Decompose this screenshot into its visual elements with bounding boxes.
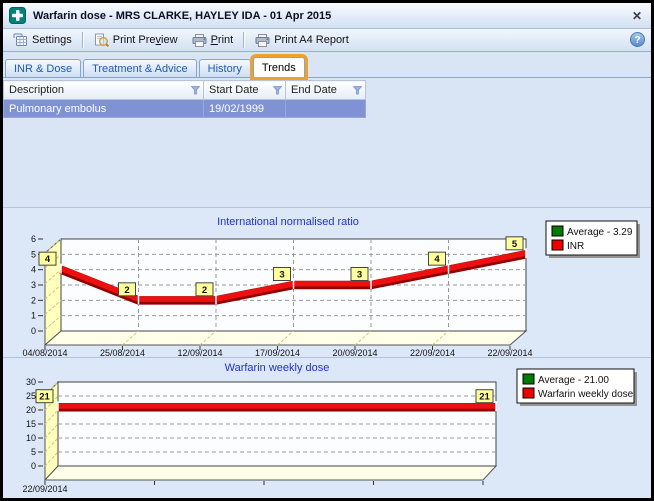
svg-text:15: 15 (26, 419, 36, 429)
toolbar: Settings Print Preview Print (3, 29, 651, 52)
svg-text:25: 25 (26, 391, 36, 401)
window-title: Warfarin dose - MRS CLARKE, HAYLEY IDA -… (33, 10, 331, 22)
svg-text:1: 1 (31, 311, 36, 321)
svg-text:0: 0 (31, 326, 36, 336)
title-bar: Warfarin dose - MRS CLARKE, HAYLEY IDA -… (3, 3, 651, 29)
tab-trends[interactable]: Trends (253, 57, 305, 77)
svg-text:0: 0 (31, 461, 36, 471)
dose-chart-panel: Warfarin weekly dose051015202530212122/0… (3, 357, 651, 498)
svg-text:22/09/2014: 22/09/2014 (22, 484, 67, 494)
svg-text:Average - 3.29: Average - 3.29 (567, 227, 633, 238)
svg-text:5: 5 (31, 447, 36, 457)
svg-text:Warfarin weekly dose: Warfarin weekly dose (538, 389, 634, 400)
svg-text:20/09/2014: 20/09/2014 (332, 348, 377, 357)
svg-text:5: 5 (31, 249, 36, 259)
cell-start-date: 19/02/1999 (204, 100, 286, 118)
column-header-end-date[interactable]: End Date (286, 81, 366, 100)
svg-text:25/08/2014: 25/08/2014 (100, 348, 145, 357)
settings-icon (13, 33, 28, 47)
tab-inr-and-dose[interactable]: INR & Dose (5, 59, 81, 77)
printer-icon (255, 34, 270, 47)
cell-end-date (286, 100, 366, 118)
problems-table: Description Start Date End Date Pulmonar (3, 80, 366, 118)
print-preview-button[interactable]: Print Preview (87, 31, 185, 49)
tab-bar: INR & Dose Treatment & Advice History Tr… (3, 52, 651, 77)
filter-icon[interactable] (191, 86, 200, 95)
svg-text:2: 2 (202, 285, 207, 296)
tab-history[interactable]: History (199, 59, 251, 77)
svg-text:3: 3 (357, 270, 362, 281)
svg-text:4: 4 (31, 265, 36, 275)
tab-label: INR & Dose (14, 63, 72, 75)
svg-text:2: 2 (31, 295, 36, 305)
svg-text:22/09/2014: 22/09/2014 (487, 348, 532, 357)
svg-text:3: 3 (31, 280, 36, 290)
filter-icon[interactable] (273, 86, 282, 95)
svg-text:4: 4 (45, 254, 51, 265)
toolbar-separator (82, 32, 84, 48)
svg-text:12/09/2014: 12/09/2014 (177, 348, 222, 357)
svg-text:3: 3 (279, 270, 284, 281)
svg-text:21: 21 (39, 392, 50, 403)
app-medical-cross-icon (9, 7, 26, 24)
close-button[interactable]: ✕ (632, 9, 642, 23)
inr-chart-panel: International normalised ratio0123456422… (3, 207, 651, 357)
tab-label: History (208, 63, 242, 75)
svg-text:22/09/2014: 22/09/2014 (410, 348, 455, 357)
warfarin-dose-window: Warfarin dose - MRS CLARKE, HAYLEY IDA -… (0, 0, 654, 501)
table-header-row: Description Start Date End Date (4, 81, 366, 100)
settings-button[interactable]: Settings (6, 31, 79, 49)
svg-text:Warfarin weekly dose: Warfarin weekly dose (225, 362, 330, 374)
svg-text:21: 21 (479, 392, 490, 403)
column-label: Description (9, 84, 64, 96)
svg-text:10: 10 (26, 433, 36, 443)
svg-text:2: 2 (124, 285, 129, 296)
column-header-description[interactable]: Description (4, 81, 204, 100)
inr-trend-chart: International normalised ratio0123456422… (3, 208, 651, 357)
svg-text:6: 6 (31, 234, 36, 244)
column-label: End Date (291, 84, 337, 96)
problems-table-panel: Description Start Date End Date Pulmonar (3, 77, 651, 207)
svg-text:30: 30 (26, 377, 36, 387)
table-row-pulmonary-embolus[interactable]: Pulmonary embolus 19/02/1999 (4, 100, 366, 118)
svg-text:17/09/2014: 17/09/2014 (255, 348, 300, 357)
svg-text:4: 4 (434, 254, 440, 265)
svg-text:Average - 21.00: Average - 21.00 (538, 375, 609, 386)
dose-trend-chart: Warfarin weekly dose051015202530212122/0… (3, 358, 651, 498)
svg-text:5: 5 (512, 239, 518, 250)
svg-text:International normalised ratio: International normalised ratio (217, 216, 359, 228)
svg-text:20: 20 (26, 405, 36, 415)
tab-label: Treatment & Advice (92, 63, 188, 75)
column-label: Start Date (209, 84, 259, 96)
filter-icon[interactable] (353, 86, 362, 95)
column-header-start-date[interactable]: Start Date (204, 81, 286, 100)
print-button[interactable]: Print (185, 32, 241, 49)
cell-description: Pulmonary embolus (4, 100, 204, 118)
help-button[interactable]: ? (630, 32, 645, 47)
print-icon (192, 34, 207, 47)
tab-label: Trends (262, 62, 296, 74)
print-preview-icon (94, 33, 109, 47)
tab-treatment-and-advice[interactable]: Treatment & Advice (83, 59, 197, 77)
print-a4-report-button[interactable]: Print A4 Report (248, 32, 356, 49)
svg-text:INR: INR (567, 241, 584, 252)
toolbar-separator (243, 32, 245, 48)
svg-text:04/08/2014: 04/08/2014 (22, 348, 67, 357)
